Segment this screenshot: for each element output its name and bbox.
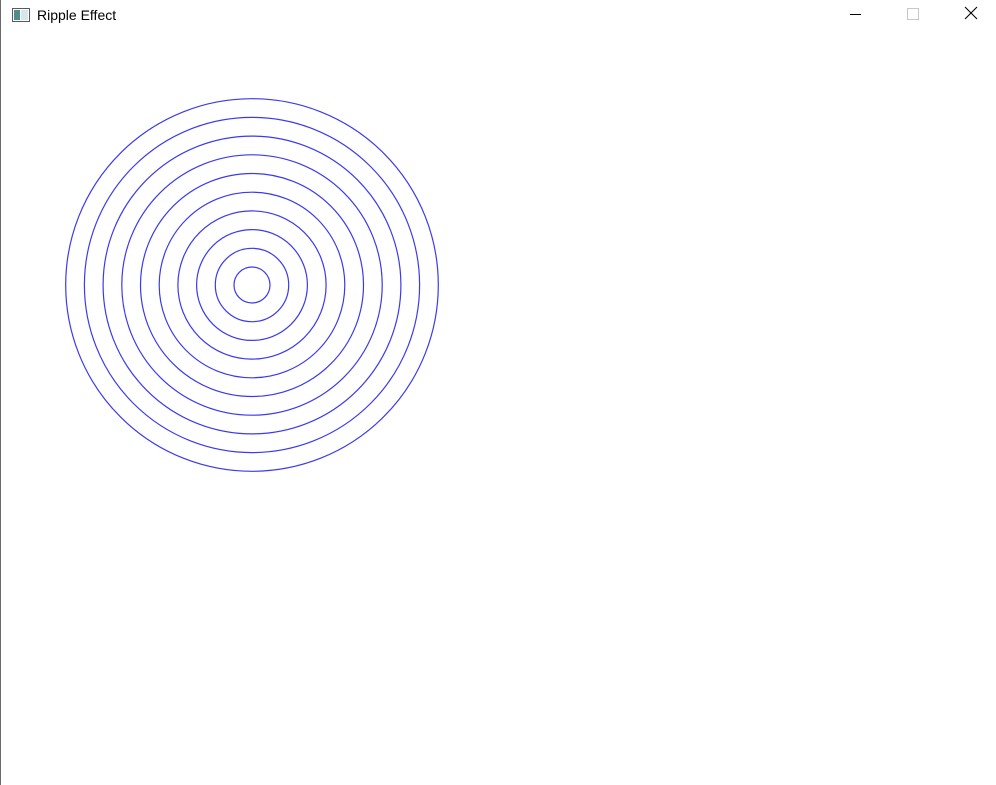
ripple-ring (83, 116, 421, 454)
title-bar[interactable]: Ripple Effect (1, 0, 996, 31)
minimize-button[interactable] (832, 0, 878, 31)
ripple-ring (214, 247, 290, 323)
app-window-icon (12, 8, 30, 22)
ripple-canvas[interactable] (1, 31, 996, 785)
ripple-ring (233, 266, 271, 304)
ripple-ring (121, 154, 383, 416)
maximize-button[interactable] (890, 0, 936, 31)
ripple-ring (196, 229, 309, 342)
close-icon (964, 6, 978, 25)
ripple-ring (177, 210, 327, 360)
ripple-ring (139, 172, 365, 398)
ripple-effect-window: Ripple Effect (0, 0, 996, 785)
ripple-ring (158, 191, 346, 379)
maximize-icon (907, 7, 919, 25)
ripple-canvas-area[interactable] (1, 31, 996, 785)
window-title: Ripple Effect (37, 7, 117, 23)
minimize-icon (849, 7, 861, 25)
close-button[interactable] (948, 0, 994, 31)
ripple-ring (102, 135, 402, 435)
